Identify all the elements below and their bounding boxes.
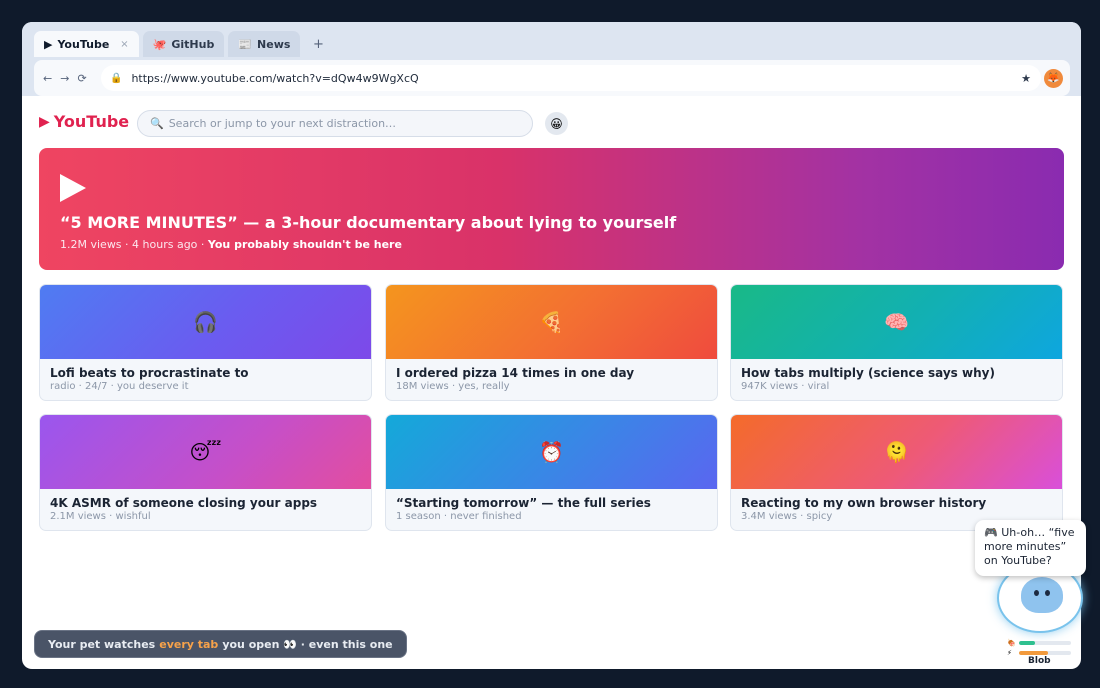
search-input[interactable]: 🔍 Search or jump to your next distractio… bbox=[137, 110, 533, 137]
pet-eye bbox=[1034, 590, 1039, 596]
video-title[interactable]: Lofi beats to procrastinate to bbox=[50, 366, 249, 380]
video-meta: 1 season · never finished bbox=[396, 511, 522, 522]
github-tab-icon: 🐙 bbox=[152, 37, 167, 51]
video-card[interactable]: 🧠 How tabs multiply (science says why) 9… bbox=[730, 284, 1063, 401]
reload-icon[interactable]: ⟳ bbox=[77, 72, 86, 85]
video-card[interactable]: 🫠 Reacting to my own browser history 3.4… bbox=[730, 414, 1063, 531]
video-thumbnail[interactable]: 🎧 bbox=[40, 285, 371, 359]
featured-video[interactable]: “5 MORE MINUTES” — a 3-hour documentary … bbox=[39, 148, 1064, 270]
extension-fox-icon[interactable]: 🦊 bbox=[1044, 69, 1063, 88]
nav-buttons: ← → ⟳ bbox=[43, 72, 87, 85]
video-thumbnail[interactable]: 🍕 bbox=[386, 285, 717, 359]
browser-chrome: ▶ YouTube × 🐙 GitHub 📰 News + ← → ⟳ 🔒 ht… bbox=[22, 22, 1081, 96]
video-title[interactable]: How tabs multiply (science says why) bbox=[741, 366, 995, 380]
pet-speech-bubble: 🎮 Uh-oh… “five more minutes” on YouTube? bbox=[975, 520, 1086, 576]
tab-label: YouTube bbox=[57, 37, 110, 51]
tab-github[interactable]: 🐙 GitHub bbox=[142, 31, 225, 57]
video-title[interactable]: “Starting tomorrow” — the full series bbox=[396, 496, 651, 510]
youtube-tab-icon: ▶ bbox=[44, 37, 53, 51]
tab-news[interactable]: 📰 News bbox=[228, 31, 301, 57]
new-tab-button[interactable]: + bbox=[304, 31, 332, 57]
news-tab-icon: 📰 bbox=[238, 37, 253, 51]
video-meta: radio · 24/7 · you deserve it bbox=[50, 381, 189, 392]
video-thumbnail[interactable]: 🫠 bbox=[731, 415, 1062, 489]
browser-window: ▶ YouTube × 🐙 GitHub 📰 News + ← → ⟳ 🔒 ht… bbox=[22, 22, 1081, 669]
tab-label: GitHub bbox=[171, 37, 215, 51]
hunger-fill bbox=[1019, 641, 1035, 645]
video-thumbnail[interactable]: ⏰ bbox=[386, 415, 717, 489]
search-icon: 🔍 bbox=[150, 117, 164, 130]
alarm-clock-icon: ⏰ bbox=[539, 440, 564, 464]
tab-label: News bbox=[257, 37, 291, 51]
featured-stats: 1.2M views · 4 hours ago · bbox=[60, 238, 208, 251]
pet-stats: 🍖 ⚡ bbox=[1007, 638, 1073, 658]
pizza-icon: 🍕 bbox=[539, 310, 564, 334]
video-card[interactable]: ⏰ “Starting tomorrow” — the full series … bbox=[385, 414, 718, 531]
featured-warning: You probably shouldn't be here bbox=[207, 238, 402, 251]
featured-meta: 1.2M views · 4 hours ago · You probably … bbox=[60, 238, 402, 251]
video-meta: 18M views · yes, really bbox=[396, 381, 510, 392]
address-bar[interactable]: 🔒 https://www.youtube.com/watch?v=dQw4w9… bbox=[101, 65, 1041, 91]
sleeping-face-icon: 😴 bbox=[189, 440, 222, 464]
lock-icon: 🔒 bbox=[110, 72, 123, 84]
featured-title[interactable]: “5 MORE MINUTES” — a 3-hour documentary … bbox=[60, 213, 676, 232]
video-card[interactable]: 🎧 Lofi beats to procrastinate to radio ·… bbox=[39, 284, 372, 401]
pet-stat-hunger: 🍖 bbox=[1007, 638, 1073, 648]
food-icon: 🍖 bbox=[1007, 639, 1016, 647]
play-icon: ▶ bbox=[39, 113, 50, 130]
tab-youtube[interactable]: ▶ YouTube × bbox=[34, 31, 139, 57]
melting-face-icon: 🫠 bbox=[884, 440, 909, 464]
video-thumbnail[interactable]: 😴 bbox=[40, 415, 371, 489]
energy-bar bbox=[1019, 651, 1071, 655]
toast-text-after: you open 👀 · even this one bbox=[222, 637, 393, 651]
logo-text: YouTube bbox=[53, 112, 130, 131]
energy-fill bbox=[1019, 651, 1048, 655]
forward-icon[interactable]: → bbox=[60, 72, 69, 85]
play-icon[interactable] bbox=[60, 174, 86, 202]
video-card[interactable]: 🍕 I ordered pizza 14 times in one day 18… bbox=[385, 284, 718, 401]
video-title[interactable]: Reacting to my own browser history bbox=[741, 496, 986, 510]
star-icon[interactable]: ★ bbox=[1021, 72, 1031, 85]
blob-pet-icon[interactable] bbox=[1021, 577, 1063, 613]
youtube-header: ▶ YouTube 🔍 Search or jump to your next … bbox=[39, 110, 579, 138]
hunger-bar bbox=[1019, 641, 1071, 645]
video-meta: 947K views · viral bbox=[741, 381, 830, 392]
url-text[interactable]: https://www.youtube.com/watch?v=dQw4w9Wg… bbox=[131, 72, 418, 85]
video-thumbnail[interactable]: 🧠 bbox=[731, 285, 1062, 359]
avatar[interactable]: 😀 bbox=[545, 112, 568, 135]
pet-toast: Your pet watches every tab you open 👀 · … bbox=[34, 630, 407, 658]
toast-highlight: every tab bbox=[159, 637, 219, 651]
video-card[interactable]: 😴 4K ASMR of someone closing your apps 2… bbox=[39, 414, 372, 531]
pet-name: Blob bbox=[1028, 656, 1051, 666]
video-meta: 3.4M views · spicy bbox=[741, 511, 833, 522]
energy-icon: ⚡ bbox=[1007, 649, 1012, 657]
youtube-logo[interactable]: ▶ YouTube bbox=[39, 112, 129, 131]
brain-icon: 🧠 bbox=[884, 310, 909, 334]
video-title[interactable]: I ordered pizza 14 times in one day bbox=[396, 366, 634, 380]
headphones-icon: 🎧 bbox=[193, 310, 218, 334]
tab-strip: ▶ YouTube × 🐙 GitHub 📰 News + bbox=[34, 31, 332, 57]
pet-eye bbox=[1045, 590, 1050, 596]
toast-text-before: Your pet watches bbox=[48, 637, 156, 651]
close-icon[interactable]: × bbox=[120, 39, 128, 50]
search-placeholder: Search or jump to your next distraction… bbox=[168, 117, 397, 130]
back-icon[interactable]: ← bbox=[43, 72, 52, 85]
video-title[interactable]: 4K ASMR of someone closing your apps bbox=[50, 496, 317, 510]
toolbar: ← → ⟳ 🔒 https://www.youtube.com/watch?v=… bbox=[34, 60, 1070, 96]
video-meta: 2.1M views · wishful bbox=[50, 511, 151, 522]
